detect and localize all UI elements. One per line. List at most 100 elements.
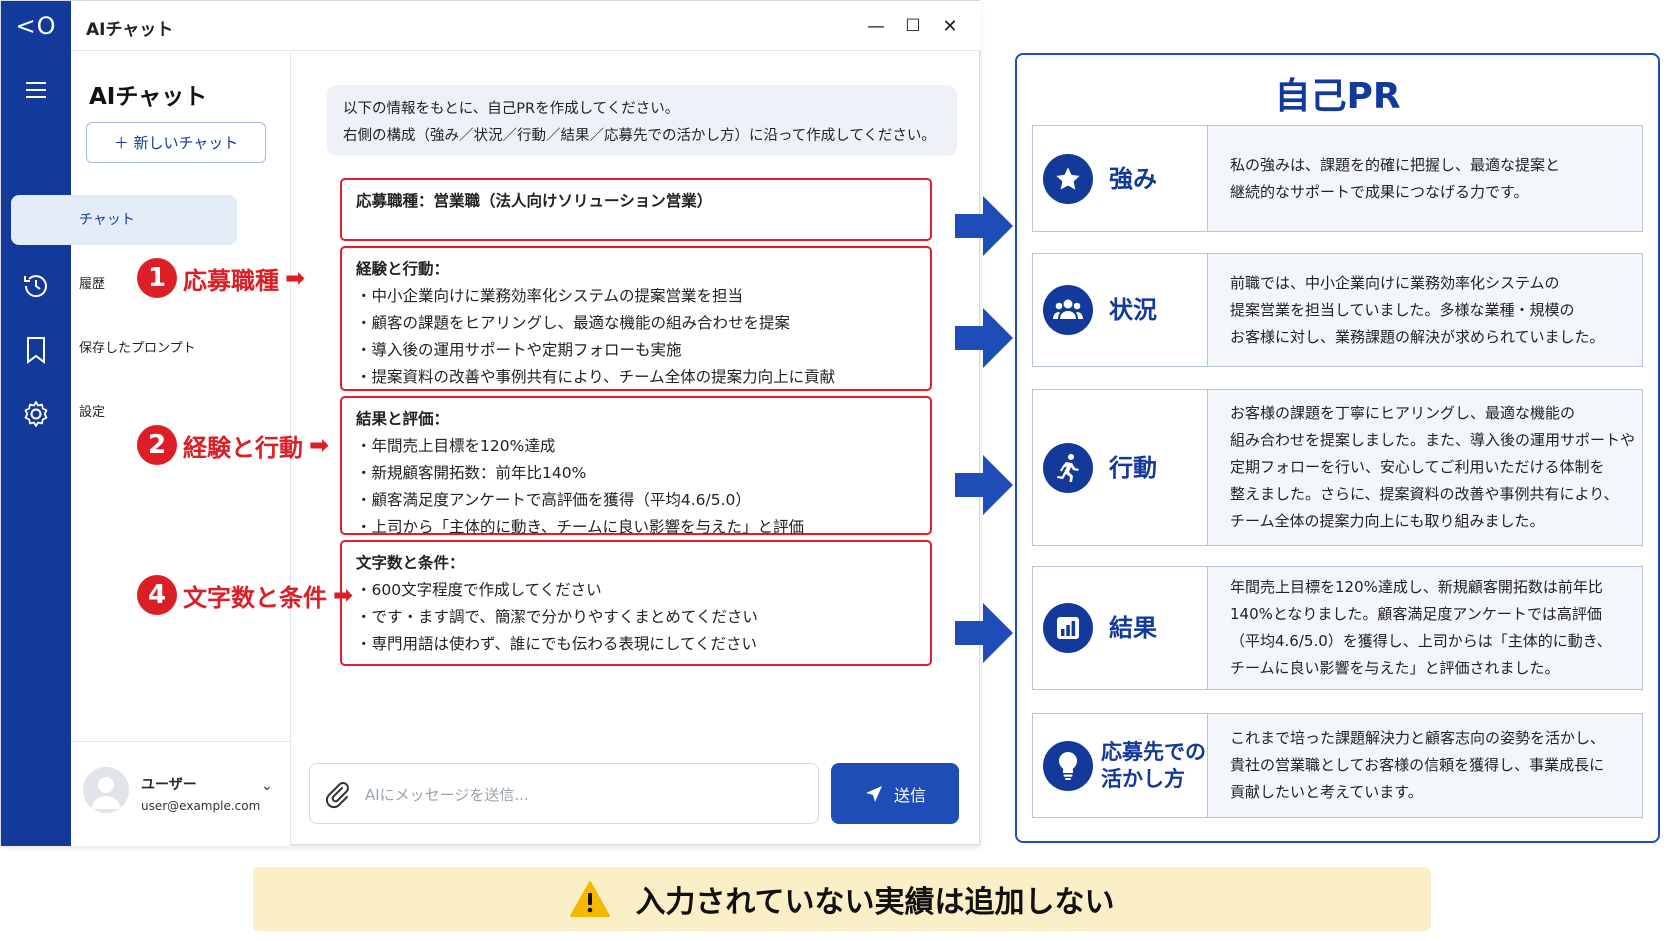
row-text-line: 私の強みは、課題を的確に把握し、最適な提案と [1230, 155, 1561, 174]
panel-title: 自己PR [1274, 76, 1401, 117]
row-text-line: 組み合わせを提案しました。また、導入後の運用サポートや [1230, 431, 1636, 449]
callout-number: 1 [137, 258, 177, 298]
callout-experience: 2 経験と行動 ➡ [137, 425, 329, 465]
row-label: 状況 [1033, 254, 1208, 366]
icon-rail [1, 51, 71, 846]
list-item: ・上司から「主体的に動き、チームに良い影響を与えた」と評価 [356, 518, 804, 536]
send-label: 送信 [893, 785, 926, 805]
row-label: 結果 [1033, 567, 1208, 689]
minimize-icon: — [867, 15, 885, 37]
window-title: AIチャット [86, 20, 174, 40]
message-input[interactable]: AIにメッセージを送信... [309, 763, 819, 824]
row-label: 応募先での 活かし方 [1033, 714, 1208, 817]
arrow-right-icon: ➡ [333, 581, 354, 609]
sidebar-item-history[interactable]: 履歴 [79, 273, 105, 292]
running-person-icon [1043, 442, 1093, 493]
box-heading: 応募職種：営業職（法人向けソリューション営業） [356, 192, 713, 210]
list-item: ・顧客満足度アンケートで高評価を獲得（平均4.6/5.0） [356, 491, 751, 509]
chevron-down-icon[interactable]: ⌄ [261, 778, 273, 794]
row-body: 前職では、中小企業向けに業務効率化システムの 提案営業を担当していました。多様な… [1208, 254, 1642, 366]
list-item: ・600文字程度で作成してください [356, 581, 602, 599]
maximize-icon: ☐ [905, 16, 921, 36]
list-item: ・専門用語は使わず、誰にでも伝わる表現にしてください [356, 635, 757, 653]
list-item: ・提案資料の改善や事例共有により、チーム全体の提案力向上に貢献 [356, 368, 836, 386]
row-text-line: 継続的なサポートで成果につなげる力です。 [1230, 182, 1529, 201]
warning-icon [570, 881, 611, 917]
self-pr-panel: 自己PR 強み 私の強みは、課題を的確に把握し、最適な提案と 継続的なサポートで… [1015, 53, 1660, 843]
row-text-line: 貴社の営業職としてお客様の信頼を獲得し、事業成長に [1230, 756, 1605, 774]
list-item: ・導入後の運用サポートや定期フォローも実施 [356, 341, 682, 359]
user-email: user@example.com [141, 799, 261, 813]
row-text-line: 年間売上目標を120%達成し、新規顧客開拓数は前年比 [1230, 578, 1603, 596]
input-box-results: 結果と評価： ・年間売上目標を120%達成 ・新規顧客開拓数：前年比140% ・… [340, 396, 932, 536]
row-body: 私の強みは、課題を的確に把握し、最適な提案と 継続的なサポートで成果につなげる力… [1208, 126, 1642, 231]
callout-job: 1 応募職種 ➡ [137, 258, 305, 298]
pr-row-result: 結果 年間売上目標を120%達成し、新規顧客開拓数は前年比 140%となりました… [1032, 566, 1643, 690]
user-message-line: 以下の情報をもとに、自己PRを作成してください。 [343, 101, 680, 117]
new-chat-button[interactable]: ＋ 新しいチャット [86, 122, 266, 163]
minimize-button[interactable]: — [861, 11, 891, 41]
history-icon[interactable] [19, 269, 53, 303]
pr-row-situation: 状況 前職では、中小企業向けに業務効率化システムの 提案営業を担当していました。… [1032, 253, 1643, 367]
box-heading: 文字数と条件： [356, 554, 465, 572]
gear-icon[interactable] [19, 397, 53, 431]
row-text-line: お客様の課題を丁寧にヒアリングし、最適な機能の [1230, 404, 1576, 422]
callout-number: 4 [137, 575, 177, 615]
pr-row-application: 応募先での 活かし方 これまで培った課題解決力と顧客志向の姿勢を活かし、 貴社の… [1032, 713, 1643, 818]
maximize-button[interactable]: ☐ [898, 11, 928, 41]
pr-row-action: 行動 お客様の課題を丁寧にヒアリングし、最適な機能の 組み合わせを提案しました。… [1032, 389, 1643, 546]
sidebar-item-saved-prompts[interactable]: 保存したプロンプト [79, 337, 196, 356]
row-text-line: これまで培った課題解決力と顧客志向の姿勢を活かし、 [1230, 729, 1606, 747]
star-icon [1043, 153, 1093, 204]
arrow-right-icon [955, 196, 1013, 256]
row-body: これまで培った課題解決力と顧客志向の姿勢を活かし、 貴社の営業職としてお客様の信… [1208, 714, 1642, 817]
row-label-text: 状況 [1109, 296, 1157, 324]
user-message: 以下の情報をもとに、自己PRを作成してください。 右側の構成（強み／状況／行動／… [327, 85, 957, 156]
user-profile[interactable]: ユーザー user@example.com ⌄ [71, 741, 291, 846]
callout-label: 経験と行動 [183, 433, 303, 462]
message-input-placeholder: AIにメッセージを送信... [365, 786, 529, 804]
row-label-text: 応募先での 活かし方 [1101, 739, 1206, 793]
list-item: ・顧客の課題をヒアリングし、最適な機能の組み合わせを提案 [356, 314, 791, 332]
bookmark-icon[interactable] [19, 333, 53, 367]
row-text-line: 整えました。さらに、提案資料の改善や事例共有により、 [1230, 485, 1619, 503]
row-text-line: 前職では、中小企業向けに業務効率化システムの [1230, 273, 1560, 292]
arrow-right-icon [955, 455, 1013, 515]
row-label-text: 強み [1109, 164, 1157, 193]
sidebar-item-settings[interactable]: 設定 [79, 401, 105, 420]
close-icon: ✕ [942, 15, 958, 37]
row-text-line: 貢献したいと考えています。 [1230, 783, 1423, 801]
input-box-conditions: 文字数と条件： ・600文字程度で作成してください ・です・ます調で、簡潔で分か… [340, 540, 932, 666]
arrow-right-icon [955, 308, 1013, 368]
send-icon [865, 785, 882, 802]
list-item: ・新規顧客開拓数：前年比140% [356, 464, 587, 482]
app-logo: <O [1, 1, 71, 51]
row-label: 強み [1033, 126, 1208, 231]
box-heading: 結果と評価： [356, 410, 450, 428]
send-button[interactable]: 送信 [831, 763, 959, 824]
row-text-line: チーム全体の提案力向上にも取り組みました。 [1230, 512, 1545, 530]
bar-chart-icon [1043, 603, 1093, 653]
close-button[interactable]: ✕ [935, 11, 965, 41]
warning-banner: 入力されていない実績は追加しない [253, 867, 1431, 931]
arrow-right-icon: ➡ [285, 264, 306, 292]
pr-row-strength: 強み 私の強みは、課題を的確に把握し、最適な提案と 継続的なサポートで成果につな… [1032, 125, 1643, 232]
menu-icon[interactable] [19, 73, 53, 107]
row-body: お客様の課題を丁寧にヒアリングし、最適な機能の 組み合わせを提案しました。また、… [1208, 390, 1642, 545]
row-label-text: 結果 [1109, 614, 1157, 642]
row-text-line: 定期フォローを行い、安心してご利用いただける体制を [1230, 458, 1605, 476]
warning-text: 入力されていない実績は追加しない [635, 885, 1115, 920]
row-label: 行動 [1033, 390, 1208, 545]
row-text-line: （平均4.6/5.0）を獲得し、上司からは「主体的に動き、 [1230, 632, 1612, 650]
callout-label: 応募職種 [183, 266, 279, 295]
chat-window: <O AIチャット — ☐ ✕ AIチャット ＋ 新しいチャット チャット 履歴… [0, 0, 981, 846]
list-item: ・です・ます調で、簡潔で分かりやすくまとめてください [356, 608, 758, 626]
row-body: 年間売上目標を120%達成し、新規顧客開拓数は前年比 140%となりました。顧客… [1208, 567, 1642, 689]
chat-area: 以下の情報をもとに、自己PRを作成してください。 右側の構成（強み／状況／行動／… [291, 51, 981, 846]
list-item: ・年間売上目標を120%達成 [356, 437, 556, 455]
paperclip-icon[interactable] [324, 779, 350, 816]
callout-number: 2 [137, 425, 177, 465]
user-message-line: 右側の構成（強み／状況／行動／結果／応募先での活かし方）に沿って作成してください… [343, 128, 936, 144]
row-text-line: お客様に対し、業務課題の解決が求められていました。 [1230, 327, 1605, 346]
sidebar-item-chat-label[interactable]: チャット [79, 209, 135, 229]
